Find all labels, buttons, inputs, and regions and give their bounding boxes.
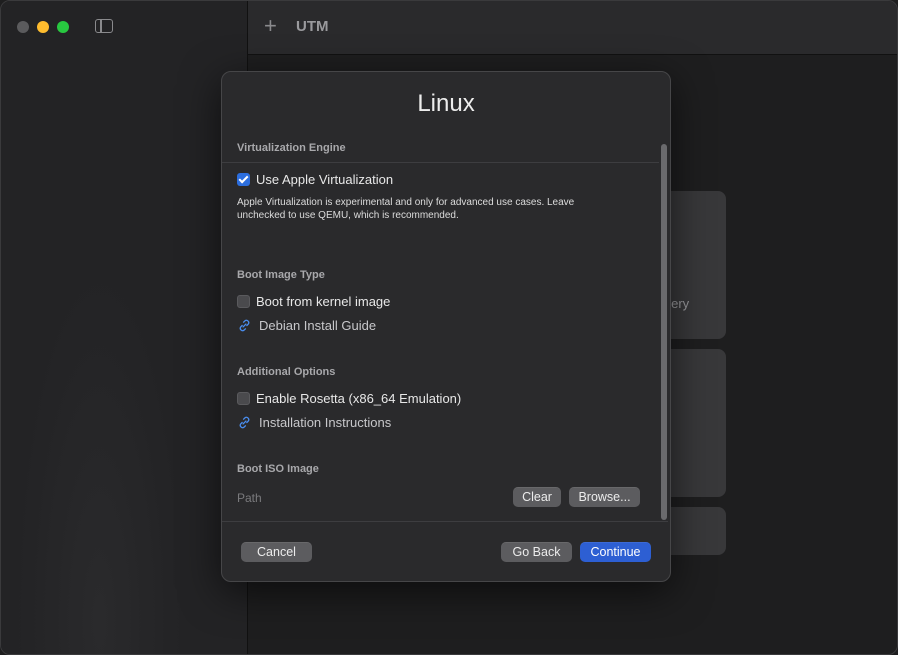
section-boot-iso-image: Boot ISO Image (237, 463, 319, 475)
installation-instructions-link[interactable]: Installation Instructions (237, 415, 391, 430)
link-icon (239, 416, 250, 429)
enable-rosetta-checkbox[interactable]: Enable Rosetta (x86_64 Emulation) (237, 391, 461, 406)
new-vm-dialog: Linux Virtualization Engine Use Apple Vi… (221, 71, 671, 582)
browse-button[interactable]: Browse... (569, 487, 640, 507)
section-additional-options: Additional Options (237, 366, 336, 378)
clear-button[interactable]: Clear (513, 487, 561, 507)
virtualization-help-text: Apple Virtualization is experimental and… (237, 197, 575, 221)
section-divider (222, 162, 659, 163)
toolbar: + UTM (248, 1, 897, 55)
add-vm-plus-icon[interactable]: + (264, 15, 277, 37)
use-apple-virtualization-checkbox[interactable]: Use Apple Virtualization (237, 172, 393, 187)
debian-install-guide-link[interactable]: Debian Install Guide (237, 318, 376, 333)
iso-path-field[interactable]: Path (237, 491, 262, 505)
checkbox-label: Boot from kernel image (256, 294, 391, 309)
checkbox-checked-icon[interactable] (237, 173, 250, 186)
dialog-scroll-area: Virtualization Engine Use Apple Virtuali… (222, 134, 668, 521)
link-icon (239, 319, 250, 332)
sidebar (1, 1, 248, 654)
go-back-button[interactable]: Go Back (501, 542, 572, 562)
scrollbar-thumb[interactable] (661, 144, 667, 520)
section-virtualization-engine: Virtualization Engine (237, 142, 346, 154)
dialog-title: Linux (417, 90, 475, 117)
app-title: UTM (296, 18, 329, 35)
link-label: Installation Instructions (259, 415, 392, 430)
close-window-button[interactable] (17, 21, 29, 33)
checkbox-label: Use Apple Virtualization (256, 172, 394, 187)
boot-from-kernel-checkbox[interactable]: Boot from kernel image (237, 294, 390, 309)
footer-divider (222, 521, 668, 522)
checkbox-unchecked-icon[interactable] (237, 295, 250, 308)
checkbox-label: Enable Rosetta (x86_64 Emulation) (256, 391, 462, 406)
minimize-window-button[interactable] (37, 21, 49, 33)
sidebar-toggle-icon[interactable] (95, 19, 113, 33)
continue-button[interactable]: Continue (580, 542, 651, 562)
cancel-button[interactable]: Cancel (241, 542, 312, 562)
maximize-window-button[interactable] (57, 21, 69, 33)
link-label: Debian Install Guide (259, 318, 377, 333)
checkbox-unchecked-icon[interactable] (237, 392, 250, 405)
section-boot-image-type: Boot Image Type (237, 269, 325, 281)
